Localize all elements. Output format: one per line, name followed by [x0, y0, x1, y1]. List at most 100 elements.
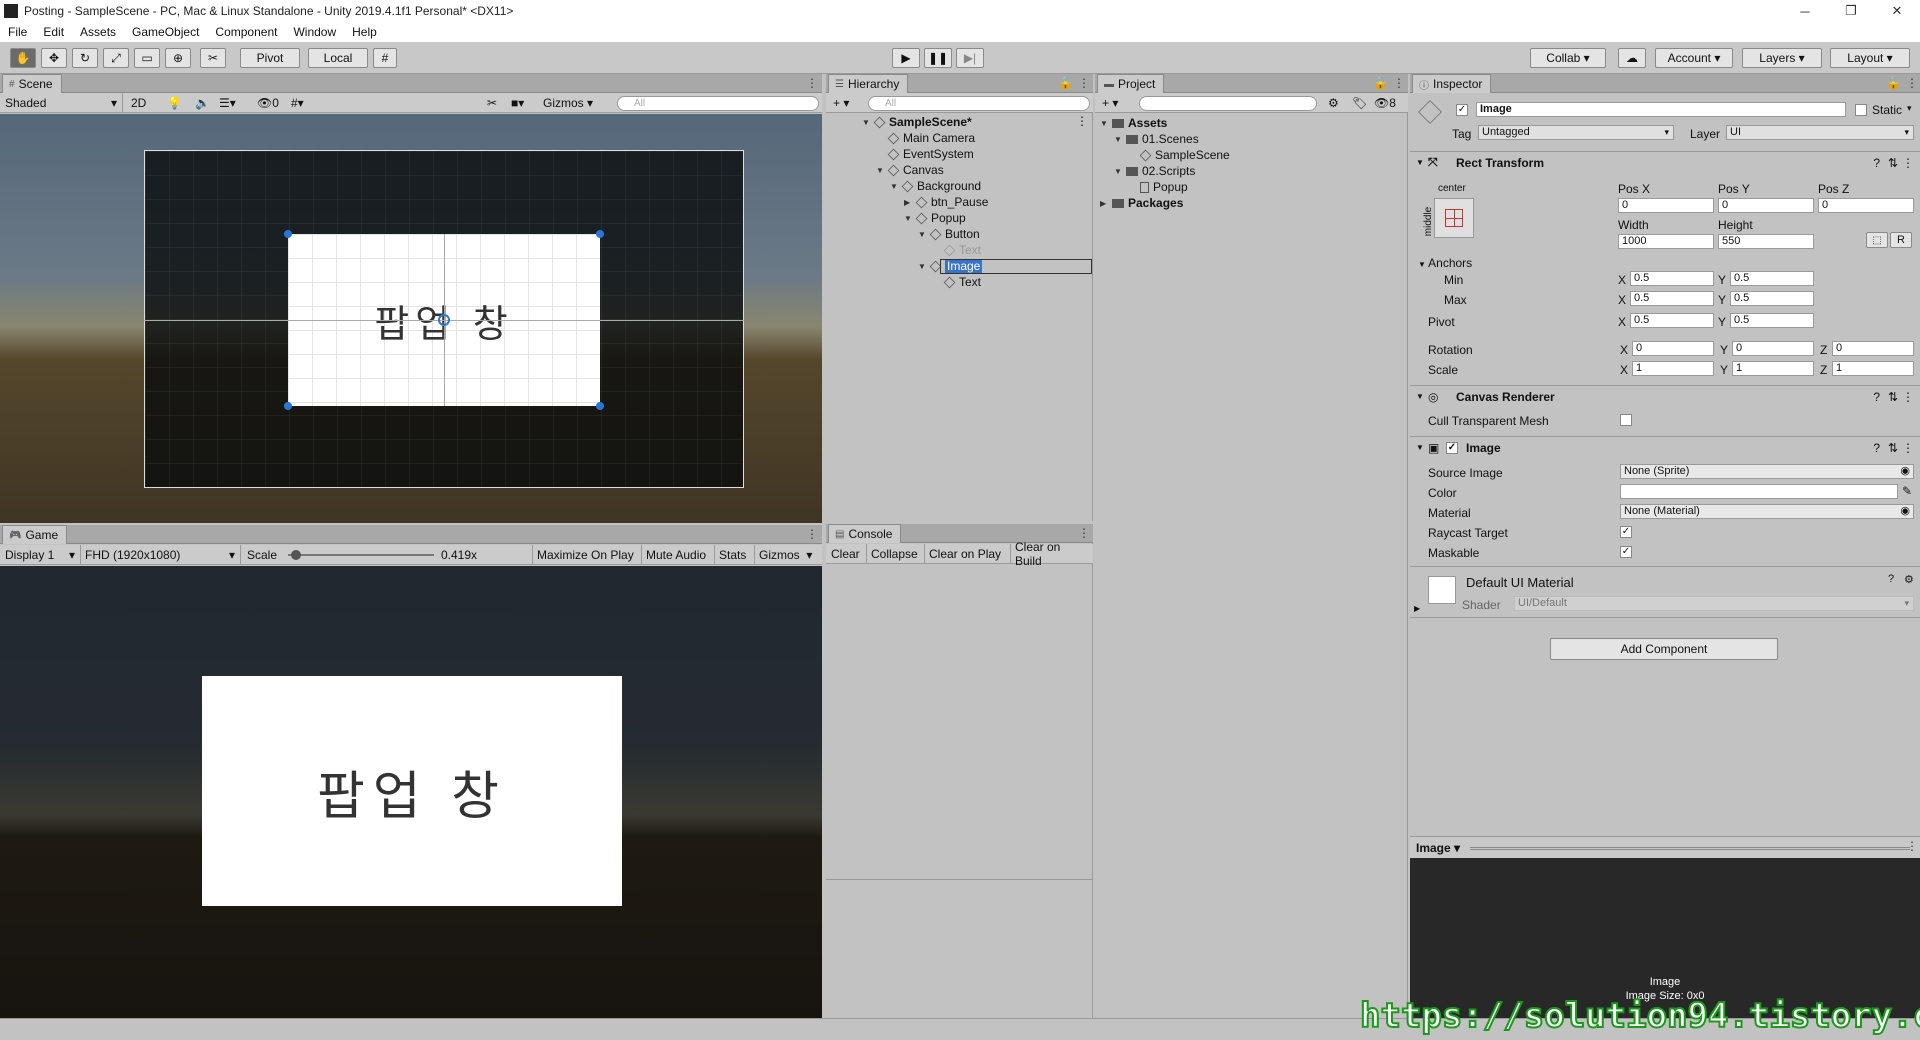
display-dropdown[interactable]: Display 1 ▾	[2, 547, 78, 563]
hierarchy-item[interactable]: ▶ btn_Pause	[904, 194, 988, 210]
expand-arrow-icon[interactable]: ▼	[1114, 135, 1126, 144]
project-search-input[interactable]	[1139, 96, 1317, 111]
hierarchy-item[interactable]: ▼ Button	[918, 226, 980, 242]
menu-component[interactable]: Component	[207, 25, 285, 39]
canvas-renderer-menu-icon[interactable]: ⋮	[1902, 390, 1914, 404]
move-tool-icon[interactable]: ✥	[41, 48, 67, 68]
anchor-preset-button[interactable]	[1434, 198, 1474, 238]
game-menu-icon[interactable]: ⋮	[806, 527, 818, 541]
expand-arrow-icon[interactable]: ▼	[1114, 167, 1126, 176]
minimize-button[interactable]: ─	[1782, 0, 1828, 22]
inspector-lock-icon[interactable]: 🔒	[1886, 76, 1901, 90]
scale-slider-thumb[interactable]	[291, 550, 302, 560]
color-field[interactable]	[1620, 484, 1898, 499]
tools-icon[interactable]: ✂	[484, 95, 500, 111]
scene-search-input[interactable]: All	[617, 96, 819, 111]
search-by-type-icon[interactable]: ⚙	[1325, 95, 1342, 111]
project-item[interactable]: ▶ Packages	[1100, 195, 1183, 211]
rect-tool-icon[interactable]: ▭	[134, 48, 160, 68]
image-component-header[interactable]: ▼ ▣ ✓ Image ? ⇅ ⋮	[1410, 436, 1920, 458]
menu-file[interactable]: File	[0, 25, 35, 39]
add-component-button[interactable]: Add Component	[1550, 638, 1778, 660]
menu-help[interactable]: Help	[344, 25, 385, 39]
audio-icon[interactable]: 🔈	[192, 95, 213, 111]
project-item[interactable]: SampleScene	[1128, 147, 1230, 163]
pivot-handle[interactable]	[438, 314, 450, 326]
local-toggle[interactable]: Local	[308, 48, 368, 68]
maximize-button[interactable]: ❐	[1828, 0, 1874, 22]
blueprint-mode-icon[interactable]: ⬚	[1866, 232, 1888, 248]
image-enabled-checkbox[interactable]: ✓	[1446, 441, 1458, 454]
resolution-dropdown[interactable]: FHD (1920x1080) ▾	[82, 547, 238, 563]
image-settings-icon[interactable]: ⇅	[1888, 441, 1898, 455]
layers-dropdown[interactable]: Layers ▾	[1742, 48, 1822, 68]
search-by-label-icon[interactable]: 🏷	[1349, 95, 1370, 111]
posz-field[interactable]: 0	[1818, 198, 1914, 213]
expand-arrow-icon[interactable]: ▼	[1100, 119, 1112, 128]
anchors-min-x-field[interactable]: 0.5	[1630, 271, 1714, 286]
project-item[interactable]: ▼ 01.Scenes	[1114, 131, 1199, 147]
stats-toggle[interactable]: Stats	[716, 547, 749, 563]
project-item[interactable]: ▼ Assets	[1100, 115, 1167, 131]
preview-title[interactable]: Image ▾	[1416, 841, 1460, 855]
static-checkbox[interactable]	[1855, 104, 1867, 116]
menu-window[interactable]: Window	[285, 25, 344, 39]
account-dropdown[interactable]: Account ▾	[1655, 48, 1733, 68]
maximize-on-play-toggle[interactable]: Maximize On Play	[534, 547, 637, 563]
source-image-picker-icon[interactable]: ◉	[1900, 465, 1910, 478]
eyedropper-icon[interactable]: ✎	[1902, 484, 1912, 498]
rect-help-icon[interactable]: ?	[1873, 156, 1880, 170]
pause-button[interactable]: ❚❚	[924, 48, 952, 68]
cloud-icon[interactable]: ☁	[1618, 48, 1646, 68]
raw-edit-button[interactable]: R	[1890, 232, 1912, 248]
scene-menu-icon[interactable]: ⋮	[806, 76, 818, 90]
tab-project[interactable]: ▬ Project	[1097, 74, 1165, 93]
grid-icon[interactable]: #▾	[288, 95, 307, 111]
rect-handle-tl[interactable]	[284, 230, 292, 238]
anchors-min-y-field[interactable]: 0.5	[1730, 271, 1814, 286]
lighting-icon[interactable]: 💡	[164, 95, 185, 111]
project-item[interactable]: Popup	[1128, 179, 1188, 195]
scale-tool-icon[interactable]: ⤢	[103, 48, 129, 68]
collab-dropdown[interactable]: Collab ▾	[1530, 48, 1606, 68]
rotate-tool-icon[interactable]: ↻	[72, 48, 98, 68]
menu-gameobject[interactable]: GameObject	[124, 25, 207, 39]
step-button[interactable]: ▶|	[956, 48, 984, 68]
anchors-max-x-field[interactable]: 0.5	[1630, 291, 1714, 306]
tab-hierarchy[interactable]: ☰ Hierarchy	[828, 74, 909, 93]
hierarchy-create-button[interactable]: + ▾	[830, 95, 852, 111]
source-image-field[interactable]: None (Sprite) ◉	[1620, 464, 1914, 479]
scene-viewport[interactable]: 팝업 창	[0, 114, 822, 523]
hidden-objects-toggle[interactable]: 👁‍0	[254, 95, 282, 111]
console-clear-button[interactable]: Clear	[828, 546, 863, 562]
hierarchy-item[interactable]: Main Camera	[876, 130, 975, 146]
posy-field[interactable]: 0	[1718, 198, 1814, 213]
hand-tool-icon[interactable]: ✋	[10, 48, 36, 68]
project-item[interactable]: ▼ 02.Scripts	[1114, 163, 1195, 179]
custom-tool-icon[interactable]: ✂	[200, 48, 226, 68]
canvas-renderer-help-icon[interactable]: ?	[1873, 390, 1880, 404]
console-collapse-toggle[interactable]: Collapse	[868, 546, 921, 562]
hierarchy-item[interactable]: EventSystem	[876, 146, 974, 162]
rect-handle-tr[interactable]	[596, 230, 604, 238]
rotation-z-field[interactable]: 0	[1832, 341, 1914, 356]
layer-dropdown[interactable]: UI ▾	[1726, 125, 1914, 140]
play-button[interactable]: ▶	[892, 48, 920, 68]
preview-menu-icon[interactable]: ⋮	[1906, 839, 1918, 853]
camera-icon[interactable]: ■▾	[508, 95, 527, 111]
scale-x-field[interactable]: 1	[1632, 361, 1714, 376]
clear-on-play-toggle[interactable]: Clear on Play	[926, 546, 1004, 562]
rect-handle-br[interactable]	[596, 402, 604, 410]
console-menu-icon[interactable]: ⋮	[1078, 526, 1090, 540]
gizmos-dropdown[interactable]: Gizmos ▾	[540, 95, 596, 111]
shading-mode-dropdown[interactable]: Shaded ▾	[2, 95, 120, 111]
object-name-field[interactable]: Image	[1476, 102, 1846, 117]
hierarchy-item[interactable]: Text	[932, 274, 981, 290]
hierarchy-lock-icon[interactable]: 🔒	[1058, 76, 1073, 90]
close-button[interactable]: ✕	[1874, 0, 1920, 22]
expand-arrow-icon[interactable]: ▶	[1100, 199, 1112, 208]
rect-handle-bl[interactable]	[284, 402, 292, 410]
material-expand-icon[interactable]: ▶	[1414, 604, 1420, 613]
scale-y-field[interactable]: 1	[1732, 361, 1814, 376]
rect-menu-icon[interactable]: ⋮	[1902, 156, 1914, 170]
